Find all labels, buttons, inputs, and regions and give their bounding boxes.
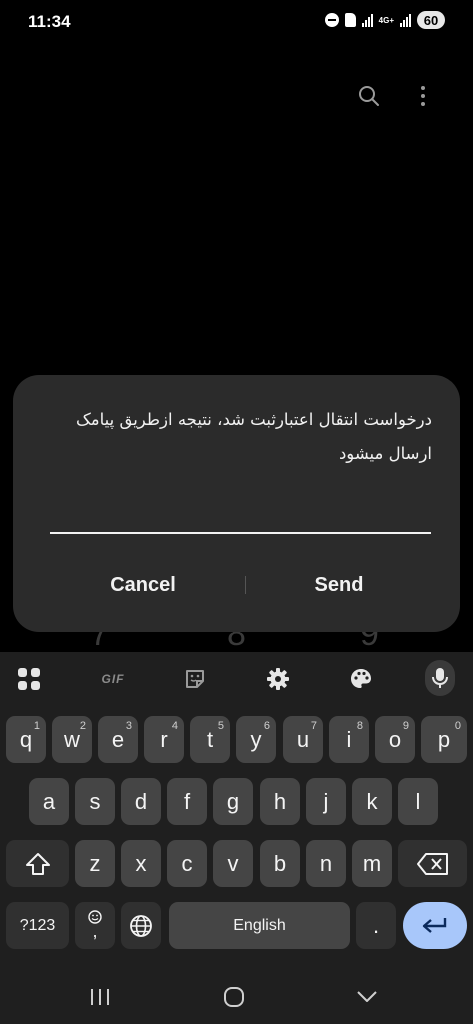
emoji-comma-key[interactable]: , (75, 902, 115, 949)
app-toolbar (355, 82, 437, 110)
signal-icon-1 (361, 13, 373, 27)
key-k[interactable]: k (352, 778, 392, 825)
enter-icon (422, 917, 447, 933)
key-q[interactable]: q1 (6, 716, 46, 763)
key-label: t (206, 726, 214, 752)
period-key[interactable]: . (356, 902, 396, 949)
cancel-button[interactable]: Cancel (43, 565, 243, 605)
key-label: p (437, 726, 451, 752)
gif-button[interactable]: GIF (95, 664, 131, 694)
key-label: w (64, 726, 80, 752)
key-hint: 2 (79, 720, 86, 732)
key-y[interactable]: y6 (236, 716, 276, 763)
mic-icon (425, 659, 455, 696)
status-time: 11:34 (28, 12, 71, 31)
key-d[interactable]: d (121, 778, 161, 825)
reply-input[interactable] (50, 520, 431, 534)
sticker-icon[interactable] (180, 664, 210, 694)
key-e[interactable]: e3 (98, 716, 138, 763)
key-m[interactable]: m (352, 840, 392, 887)
key-j[interactable]: j (306, 778, 346, 825)
key-label: o (388, 726, 402, 752)
mic-button[interactable] (425, 659, 455, 696)
key-w[interactable]: w2 (52, 716, 92, 763)
backspace-icon (416, 852, 448, 875)
key-v[interactable]: v (213, 840, 253, 887)
key-g[interactable]: g (213, 778, 253, 825)
key-z[interactable]: z (75, 840, 115, 887)
shift-icon (25, 852, 50, 875)
key-hint: 8 (356, 720, 363, 732)
input-underline (50, 532, 431, 534)
key-hint: 3 (125, 720, 132, 732)
status-bar: 11:34 4G+ 60 (0, 0, 473, 44)
do-not-disturb-icon (324, 13, 339, 27)
sim-icon (344, 13, 356, 27)
key-u[interactable]: u7 (283, 716, 323, 763)
status-icons: 4G+ 60 (324, 11, 445, 29)
dialog-message: درخواست انتقال اعتبارثبت شد، نتیجه ازطری… (32, 403, 432, 471)
ussd-dialog: درخواست انتقال اعتبارثبت شد، نتیجه ازطری… (13, 375, 460, 632)
key-h[interactable]: h (260, 778, 300, 825)
dialog-message-line: ارسال میشود (338, 444, 432, 463)
key-label: i (346, 726, 352, 752)
key-i[interactable]: i8 (329, 716, 369, 763)
grid-icon[interactable] (14, 664, 44, 694)
key-label: e (111, 726, 125, 752)
keyboard: GIF q 1 w 2 e 3 r 4 t 5 y 6 u 7 i 8 o 9 … (0, 652, 473, 1024)
key-hint: 1 (33, 720, 40, 732)
recents-icon[interactable] (80, 982, 120, 1012)
key-label: y (250, 726, 262, 752)
key-s[interactable]: s (75, 778, 115, 825)
key-x[interactable]: x (121, 840, 161, 887)
key-n[interactable]: n (306, 840, 346, 887)
key-b[interactable]: b (260, 840, 300, 887)
more-vertical-icon[interactable] (409, 82, 437, 110)
signal-icon-2 (400, 13, 411, 27)
language-key[interactable] (121, 902, 161, 949)
key-p[interactable]: p0 (421, 716, 467, 763)
space-key[interactable]: English (169, 902, 350, 949)
navigation-bar (0, 970, 473, 1024)
globe-icon (130, 914, 152, 937)
key-f[interactable]: f (167, 778, 207, 825)
key-label: u (296, 726, 310, 752)
comma-label: , (92, 920, 98, 941)
key-l[interactable]: l (398, 778, 438, 825)
key-r[interactable]: r4 (144, 716, 184, 763)
dialog-message-line: درخواست انتقال اعتبارثبت شد، نتیجه ازطری… (76, 410, 432, 429)
key-hint: 7 (310, 720, 317, 732)
backspace-key[interactable] (398, 840, 467, 887)
key-c[interactable]: c (167, 840, 207, 887)
palette-icon[interactable] (346, 664, 376, 694)
key-hint: 4 (171, 720, 178, 732)
symbols-key[interactable]: ?123 (6, 902, 69, 949)
battery-indicator: 60 (417, 11, 445, 29)
key-hint: 5 (217, 720, 224, 732)
key-hint: 0 (454, 720, 461, 732)
key-label: r (160, 726, 168, 752)
send-button[interactable]: Send (239, 565, 439, 605)
key-a[interactable]: a (29, 778, 69, 825)
gear-icon[interactable] (263, 664, 293, 694)
keyboard-toolbar: GIF (0, 652, 473, 706)
shift-key[interactable] (6, 840, 69, 887)
key-hint: 9 (402, 720, 409, 732)
key-hint: 6 (263, 720, 270, 732)
search-icon[interactable] (355, 82, 383, 110)
network-type-label: 4G+ (378, 15, 394, 25)
enter-key[interactable] (403, 902, 467, 949)
key-o[interactable]: o9 (375, 716, 415, 763)
home-icon[interactable] (214, 982, 254, 1012)
key-t[interactable]: t5 (190, 716, 230, 763)
key-label: q (19, 726, 33, 752)
gif-label: GIF (101, 672, 125, 686)
back-chevron-icon[interactable] (347, 982, 387, 1012)
